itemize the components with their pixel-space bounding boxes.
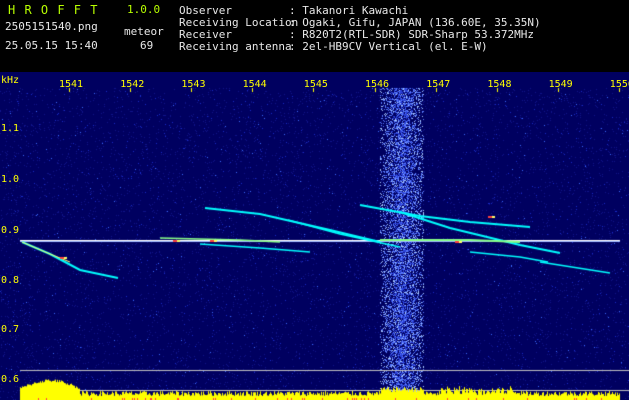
y-tick-label: 0.6 <box>1 374 20 385</box>
x-tick-label: 1546 <box>365 79 390 90</box>
x-tick-label: 1543 <box>181 79 206 90</box>
antenna-value: : 2el-HB9CV Vertical (el. E-W) <box>289 40 488 53</box>
header-panel: H R O F F T 1.0.0 2505151540.png meteor … <box>0 0 629 72</box>
file-name: 2505151540.png <box>5 20 98 33</box>
app-logo: H R O F F T <box>8 3 99 17</box>
y-tick-label: 1.1 <box>1 123 20 134</box>
app-version: 1.0.0 <box>127 3 161 16</box>
y-tick-label: 1.0 <box>1 174 20 185</box>
x-tick-label: 1541 <box>59 79 84 90</box>
x-tick-label: 1542 <box>120 79 145 90</box>
x-tick-label: 1547 <box>426 79 451 90</box>
y-tick-label: 0.7 <box>1 324 20 335</box>
x-tick-label: 1544 <box>242 79 267 90</box>
meteor-label: meteor <box>124 25 164 38</box>
x-axis-unit-label: kHz <box>1 75 20 86</box>
antenna-label: Receiving antenna <box>179 40 292 53</box>
y-tick-label: 0.8 <box>1 275 20 286</box>
x-tick-label: 1548 <box>487 79 512 90</box>
y-tick-label: 0.9 <box>1 225 20 236</box>
meteor-count: 69 <box>140 39 154 52</box>
x-tick-label: 1549 <box>548 79 573 90</box>
x-tick-label: 1550 <box>609 79 629 90</box>
x-tick-label: 1545 <box>303 79 328 90</box>
capture-datetime: 25.05.15 15:40 <box>5 39 98 52</box>
spectrogram-area[interactable] <box>20 88 629 400</box>
